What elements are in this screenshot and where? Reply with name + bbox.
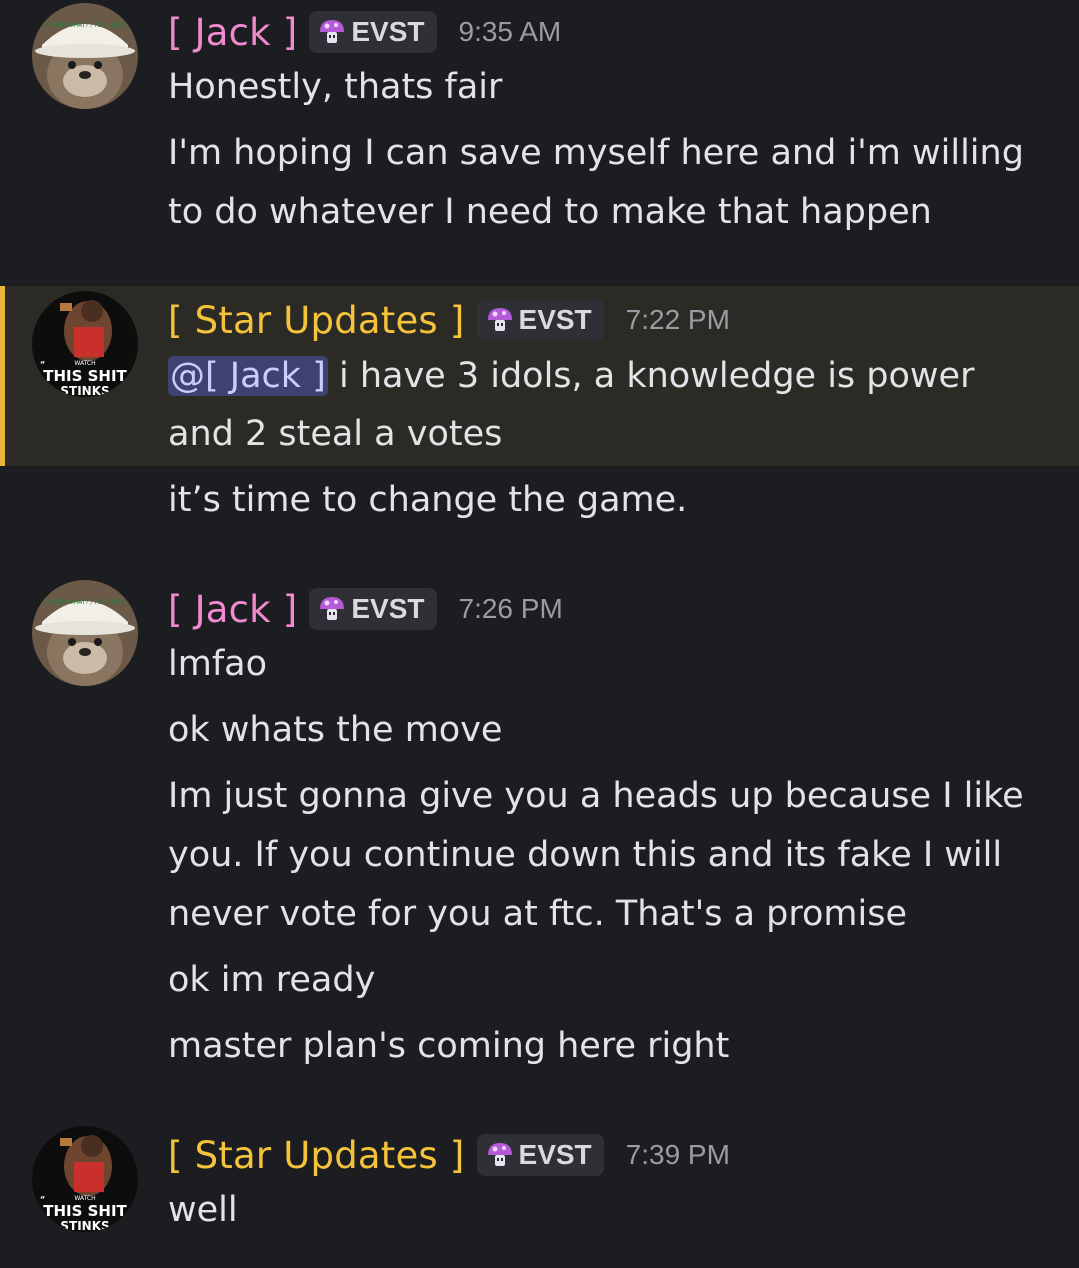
message-header: [ Jack ] EVST 9:35 AM <box>168 3 561 61</box>
username[interactable]: [ Jack ] <box>168 11 297 54</box>
message-text: Honestly, thats fair <box>168 67 503 107</box>
message-text: ok whats the move <box>168 710 503 750</box>
tag-label: EVST <box>351 593 425 624</box>
otter-avatar-icon: UNDER WHAT? / PBS / KIDS <box>32 580 138 686</box>
timestamp[interactable]: 7:26 PM <box>459 593 563 625</box>
svg-text:THIS SHIT: THIS SHIT <box>43 367 127 385</box>
message-text: lmfao <box>168 644 268 684</box>
message-header: [ Star Updates ] EVST 7:39 PM <box>168 1126 730 1184</box>
timestamp[interactable]: 9:35 AM <box>459 16 562 48</box>
message-header: [ Star Updates ] EVST 7:22 PM <box>168 291 730 349</box>
server-tag[interactable]: EVST <box>309 588 437 630</box>
message-text: to do whatever I need to make that happe… <box>168 192 932 232</box>
basketball-player-avatar-icon: “ WATCH THIS SHIT STINKS <box>32 291 138 397</box>
svg-text:THIS SHIT: THIS SHIT <box>43 1202 127 1220</box>
message-text: it’s time to change the game. <box>168 480 688 520</box>
mushroom-icon <box>487 308 512 331</box>
server-tag[interactable]: EVST <box>476 299 604 341</box>
message-text: @[ Jack ] i have 3 idols, a knowledge is… <box>168 347 974 405</box>
svg-text:STINKS: STINKS <box>60 1219 109 1232</box>
message-text: Im just gonna give you a heads up becaus… <box>168 776 1024 816</box>
basketball-player-avatar-icon: “ WATCH THIS SHIT STINKS <box>32 1126 138 1232</box>
svg-text:WATCH: WATCH <box>74 1195 95 1202</box>
avatar-star-updates[interactable]: “ WATCH THIS SHIT STINKS <box>32 1126 138 1232</box>
user-mention[interactable]: @[ Jack ] <box>168 356 328 396</box>
message-text: you. If you continue down this and its f… <box>168 835 1003 875</box>
username[interactable]: [ Star Updates ] <box>168 299 465 342</box>
svg-text:UNDER WHAT? / PBS / KIDS: UNDER WHAT? / PBS / KIDS <box>44 599 126 606</box>
message-text: and 2 steal a votes <box>168 414 503 454</box>
avatar-jack[interactable]: UNDER WHAT? / PBS / KIDS <box>32 3 138 109</box>
timestamp[interactable]: 7:22 PM <box>626 304 730 336</box>
server-tag[interactable]: EVST <box>309 11 437 53</box>
mushroom-icon <box>320 20 345 43</box>
message-text-fragment: i have 3 idols, a knowledge is power <box>327 356 975 396</box>
message-text: I'm hoping I can save myself here and i'… <box>168 133 1024 173</box>
username[interactable]: [ Star Updates ] <box>168 1134 465 1177</box>
otter-avatar-icon: UNDER WHAT? / PBS / KIDS <box>32 3 138 109</box>
username[interactable]: [ Jack ] <box>168 588 297 631</box>
mushroom-icon <box>487 1143 512 1166</box>
message-text: well <box>168 1190 238 1230</box>
tag-label: EVST <box>518 1139 592 1170</box>
svg-text:UNDER WHAT? / PBS / KIDS: UNDER WHAT? / PBS / KIDS <box>44 22 126 29</box>
svg-text:WATCH: WATCH <box>74 360 95 367</box>
avatar-jack[interactable]: UNDER WHAT? / PBS / KIDS <box>32 580 138 686</box>
message-text: master plan's coming here right <box>168 1026 730 1066</box>
message-text: never vote for you at ftc. That's a prom… <box>168 894 908 934</box>
server-tag[interactable]: EVST <box>476 1134 604 1176</box>
tag-label: EVST <box>351 16 425 47</box>
mushroom-icon <box>320 597 345 620</box>
avatar-star-updates[interactable]: “ WATCH THIS SHIT STINKS <box>32 291 138 397</box>
message-header: [ Jack ] EVST 7:26 PM <box>168 580 563 638</box>
tag-label: EVST <box>518 304 592 335</box>
message-text: ok im ready <box>168 960 376 1000</box>
mention-highlight-bar <box>0 286 5 466</box>
timestamp[interactable]: 7:39 PM <box>626 1139 730 1171</box>
